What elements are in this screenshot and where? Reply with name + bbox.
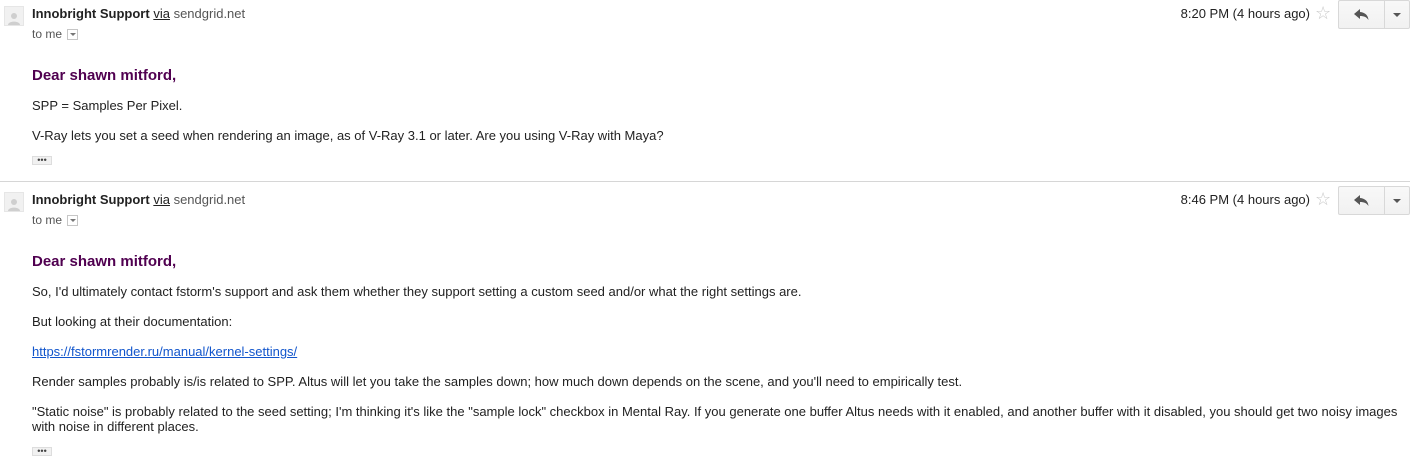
via-link[interactable]: via [153,6,170,21]
body-paragraph: SPP = Samples Per Pixel. [32,98,183,113]
reply-button[interactable] [1338,0,1384,29]
recipient-line: to me [32,212,79,228]
to-label: to me [32,213,63,227]
reply-icon [1354,9,1369,20]
details-dropdown-icon[interactable] [67,28,79,40]
reply-button[interactable] [1338,186,1384,215]
message-time[interactable]: 8:46 PM (4 hours ago) [1181,192,1310,208]
message-divider [0,181,1410,182]
sender-name[interactable]: Innobright Support [32,6,150,21]
reply-button-group [1338,0,1410,29]
chevron-down-icon [1393,12,1401,17]
email-thread: Innobright Support via sendgrid.net to m… [0,0,1418,459]
details-dropdown-icon[interactable] [67,214,79,226]
more-options-button[interactable] [1384,0,1410,29]
via-domain: sendgrid.net [173,192,246,207]
via-link[interactable]: via [153,192,170,207]
body-paragraph: So, I'd ultimately contact fstorm's supp… [32,284,802,299]
sender-line: Innobright Support via sendgrid.net [32,6,245,22]
body-paragraph: "Static noise" is probably related to th… [32,404,1398,434]
more-options-button[interactable] [1384,186,1410,215]
body-paragraph: But looking at their documentation: [32,314,233,329]
sender-name[interactable]: Innobright Support [32,192,150,207]
email-message: Innobright Support via sendgrid.net to m… [0,186,1418,459]
to-label: to me [32,27,63,41]
default-avatar-icon [4,192,24,212]
email-message: Innobright Support via sendgrid.net to m… [0,0,1418,181]
documentation-link[interactable]: https://fstormrender.ru/manual/kernel-se… [32,344,297,359]
reply-button-group [1338,186,1410,215]
body-paragraph: V-Ray lets you set a seed when rendering… [32,128,664,143]
message-body: Dear shawn mitford, So, I'd ultimately c… [32,253,1398,449]
via-domain: sendgrid.net [173,6,246,21]
show-trimmed-content-button[interactable]: ••• [32,447,52,456]
body-paragraph: Render samples probably is/is related to… [32,374,963,389]
default-avatar-icon [4,6,24,26]
sender-line: Innobright Support via sendgrid.net [32,192,245,208]
recipient-line: to me [32,26,79,42]
show-trimmed-content-button[interactable]: ••• [32,156,52,165]
message-time[interactable]: 8:20 PM (4 hours ago) [1181,6,1310,22]
body-paragraph: https://fstormrender.ru/manual/kernel-se… [32,344,1398,359]
star-icon[interactable]: ☆ [1315,4,1331,22]
message-body: Dear shawn mitford, SPP = Samples Per Pi… [32,67,1398,158]
greeting: Dear shawn mitford, [32,253,177,270]
greeting: Dear shawn mitford, [32,67,177,84]
chevron-down-icon [1393,198,1401,203]
reply-icon [1354,195,1369,206]
star-icon[interactable]: ☆ [1315,190,1331,208]
